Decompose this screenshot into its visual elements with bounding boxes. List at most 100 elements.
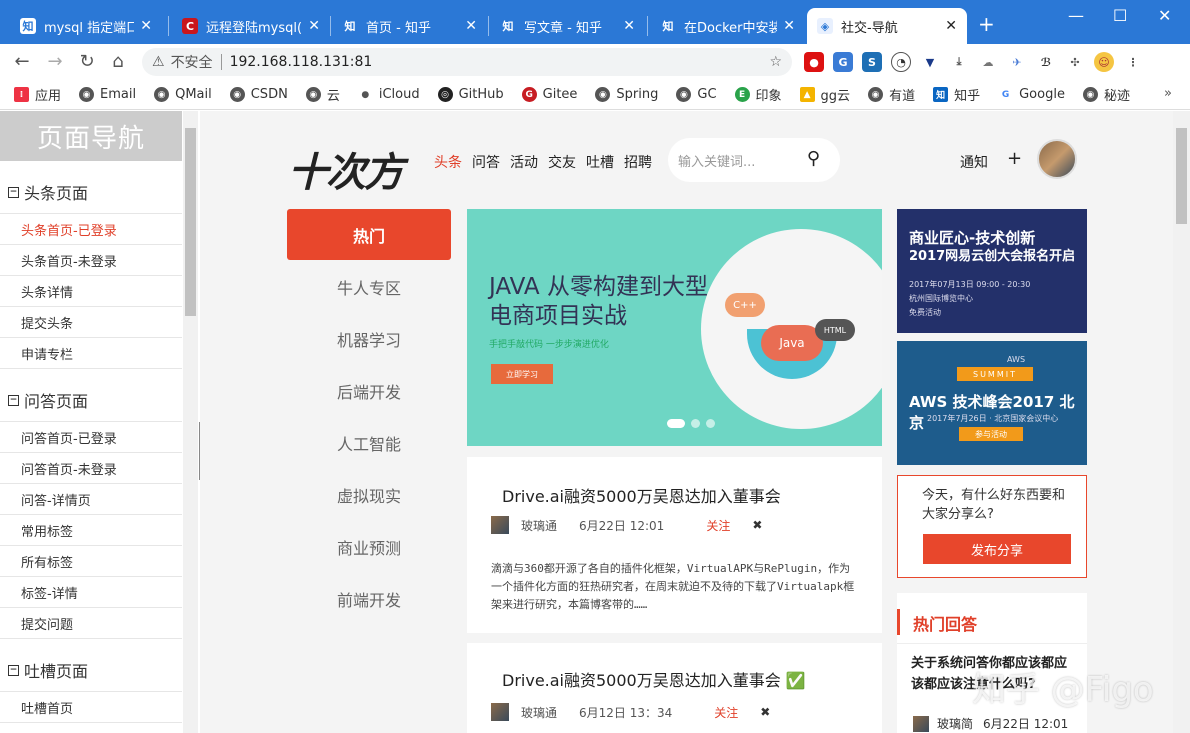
nav-headline[interactable]: 头条	[434, 152, 462, 172]
category-item[interactable]: 后端开发	[287, 365, 451, 417]
bookmark-item[interactable]: ◉ 有道	[868, 85, 915, 104]
sidebar-item[interactable]: 申请专栏	[0, 338, 182, 369]
notify-link[interactable]: 通知	[960, 152, 988, 172]
sidebar-item[interactable]: 吐槽首页	[0, 692, 182, 723]
category-item[interactable]: 牛人专区	[287, 261, 451, 313]
bookmark-item[interactable]: ▲ gg云	[799, 85, 850, 104]
category-item[interactable]: 人工智能	[287, 417, 451, 469]
browser-tab[interactable]: 知 mysql 指定端口_ ✕	[10, 8, 162, 44]
bookmark-item[interactable]: ● iCloud	[357, 87, 420, 102]
sidebar-item[interactable]: 标签-详情	[0, 577, 182, 608]
author-avatar[interactable]	[913, 715, 929, 732]
banner-learn-button[interactable]: 立即学习	[491, 364, 553, 384]
category-hot[interactable]: 热门	[287, 209, 451, 260]
category-item[interactable]: 虚拟现实	[287, 469, 451, 521]
carousel-dot[interactable]	[691, 419, 700, 428]
category-item[interactable]: 机器学习	[287, 313, 451, 365]
sidebar-item[interactable]: 提交问题	[0, 608, 182, 639]
sidebar-item[interactable]: 问答首页-已登录	[0, 422, 182, 453]
article-title[interactable]: Drive.ai融资5000万吴恩达加入董事会 ✅	[502, 667, 806, 691]
dismiss-icon[interactable]: ✖	[752, 518, 762, 532]
follow-button[interactable]: 关注	[714, 704, 738, 721]
main-scrollbar-thumb[interactable]	[1176, 128, 1187, 224]
more-bookmarks-icon[interactable]: »	[1164, 86, 1172, 101]
bookmark-item[interactable]: G Gitee	[521, 87, 577, 102]
browser-tab-active[interactable]: ◈ 社交-导航 ✕	[807, 8, 967, 44]
site-logo[interactable]: 十次方	[288, 140, 404, 198]
banner-carousel[interactable]: JAVA 从零构建到大型 电商项目实战 手把手敲代码 一步步演进优化 立即学习 …	[467, 209, 882, 446]
vue-icon[interactable]: ▼	[920, 52, 940, 72]
sidebar-group[interactable]: − 问答页面	[0, 391, 197, 411]
author-avatar[interactable]	[491, 516, 509, 534]
nav-friends[interactable]: 交友	[548, 152, 576, 172]
bookmark-item[interactable]: ◉ Email	[79, 87, 136, 102]
close-icon[interactable]: ✕	[783, 18, 795, 34]
author-name[interactable]: 玻璃通	[521, 517, 557, 534]
bookmark-item[interactable]: ◎ GitHub	[437, 87, 504, 102]
back-icon[interactable]: ←	[12, 52, 32, 72]
sidebar-item[interactable]: 所有标签	[0, 546, 182, 577]
category-item[interactable]: 前端开发	[287, 573, 451, 625]
sidebar-item[interactable]: 提交头条	[0, 307, 182, 338]
maximize-icon[interactable]: ☐	[1113, 6, 1127, 25]
bookmark-item[interactable]: ◉ 云	[305, 85, 340, 104]
publish-share-button[interactable]: 发布分享	[923, 534, 1071, 564]
article-title[interactable]: Drive.ai融资5000万吴恩达加入董事会	[502, 483, 781, 507]
profile-avatar-icon[interactable]: ☺	[1094, 52, 1114, 72]
browser-tab[interactable]: 知 写文章 - 知乎 ✕	[490, 8, 645, 44]
close-icon[interactable]: ✕	[140, 18, 152, 34]
menu-icon[interactable]: ⋮	[1123, 52, 1143, 72]
minimize-icon[interactable]: —	[1068, 6, 1084, 25]
close-icon[interactable]: ✕	[465, 18, 477, 34]
sidebar-scrollbar-thumb[interactable]	[185, 128, 196, 316]
sidebar-item[interactable]: 吐槽详情	[0, 723, 182, 733]
reload-icon[interactable]: ↻	[77, 52, 97, 72]
cloud-icon[interactable]: ☁	[978, 52, 998, 72]
nav-jobs[interactable]: 招聘	[624, 152, 652, 172]
home-icon[interactable]: ⌂	[108, 52, 128, 72]
translate-icon[interactable]: G	[833, 52, 853, 72]
sidebar-group[interactable]: − 头条页面	[0, 183, 197, 203]
add-button[interactable]: +	[1007, 148, 1022, 169]
nav-activity[interactable]: 活动	[510, 152, 538, 172]
author-name[interactable]: 玻璃简	[937, 715, 973, 732]
close-icon[interactable]: ✕	[623, 18, 635, 34]
address-bar[interactable]: ⚠ 不安全 192.168.118.131:81 ☆	[142, 48, 792, 76]
bookmark-item[interactable]: ⁞ 应用	[14, 85, 61, 104]
download-icon[interactable]: ⤓	[949, 52, 969, 72]
close-icon[interactable]: ✕	[308, 18, 320, 34]
author-avatar[interactable]	[491, 703, 509, 721]
carousel-dot[interactable]	[706, 419, 715, 428]
user-avatar[interactable]	[1037, 139, 1077, 179]
nav-qa[interactable]: 问答	[472, 152, 500, 172]
forward-icon[interactable]: →	[45, 52, 65, 72]
author-name[interactable]: 玻璃通	[521, 704, 557, 721]
bookmark-item[interactable]: ◉ Spring	[595, 87, 658, 102]
bookmark-item[interactable]: ◉ 秘迹	[1082, 85, 1130, 104]
dismiss-icon[interactable]: ✖	[760, 705, 770, 719]
close-icon[interactable]: ✕	[945, 18, 957, 34]
speed-icon[interactable]: ◔	[891, 52, 911, 72]
bird-icon[interactable]: ✈	[1007, 52, 1027, 72]
bookmark-item[interactable]: ◉ QMail	[154, 87, 212, 102]
new-tab-icon[interactable]: +	[978, 14, 995, 34]
sidebar-item[interactable]: 头条详情	[0, 276, 182, 307]
follow-button[interactable]: 关注	[706, 517, 730, 534]
extension-icon[interactable]: ℬ	[1036, 52, 1056, 72]
browser-tab[interactable]: 知 首页 - 知乎 ✕	[332, 8, 487, 44]
category-item[interactable]: 商业预测	[287, 521, 451, 573]
sidebar-item[interactable]: 常用标签	[0, 515, 182, 546]
ad-button[interactable]: 参与活动	[959, 427, 1023, 441]
bookmark-star-icon[interactable]: ☆	[769, 54, 782, 70]
browser-tab[interactable]: 知 在Docker中安装 ✕	[650, 8, 805, 44]
ad-aws-summit[interactable]: AWS SUMMIT AWS 技术峰会2017 北京 2017年7月26日 · …	[897, 341, 1087, 465]
bookmark-item[interactable]: G Google	[998, 87, 1065, 102]
bookmark-item[interactable]: E 印象	[734, 85, 782, 104]
bookmark-item[interactable]: ◉ GC	[676, 87, 717, 102]
adblock-icon[interactable]: ●	[804, 52, 824, 72]
carousel-dot[interactable]	[667, 419, 685, 428]
sidebar-item[interactable]: 问答首页-未登录	[0, 453, 182, 484]
extension-icon[interactable]: S	[862, 52, 882, 72]
puzzle-icon[interactable]: ✣	[1065, 52, 1085, 72]
bookmark-item[interactable]: ◉ CSDN	[229, 87, 288, 102]
